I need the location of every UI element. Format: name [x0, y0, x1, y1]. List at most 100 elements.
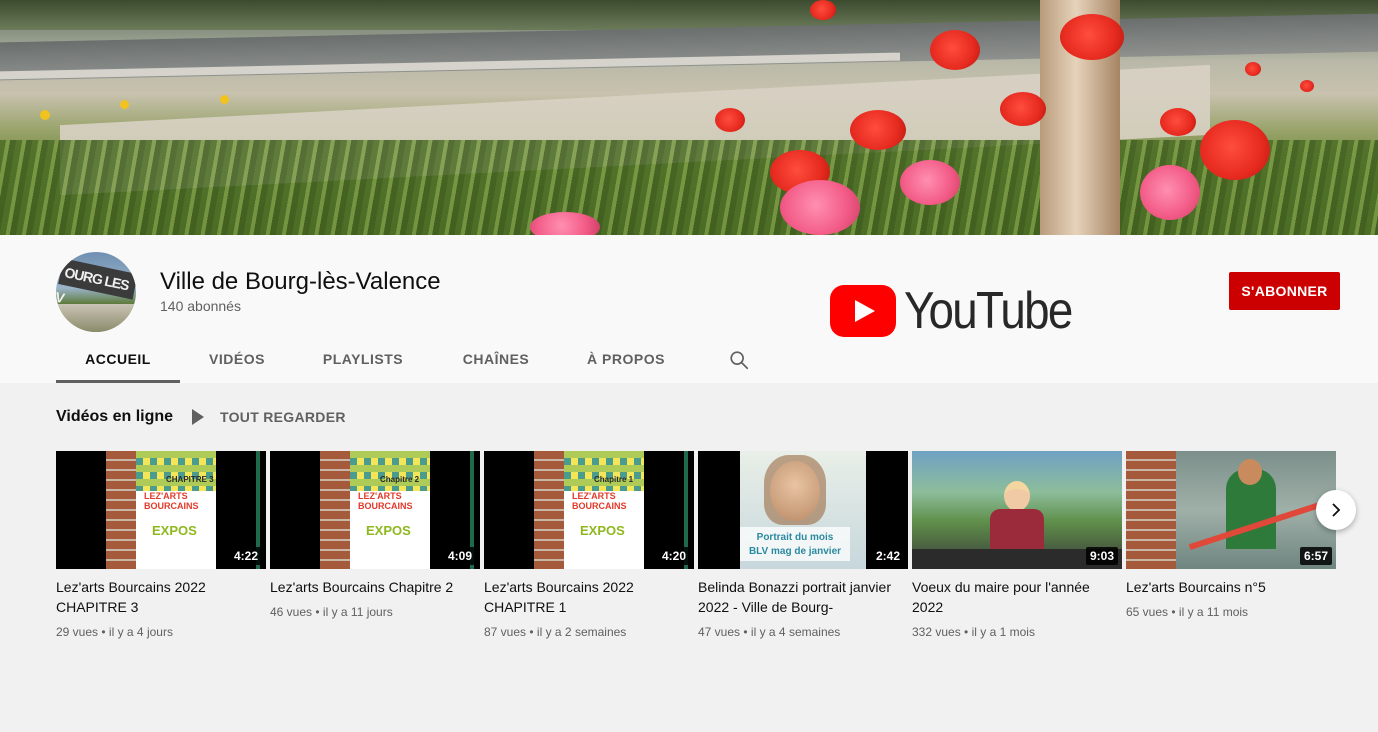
poster-heading: LEZ'ARTS BOURCAINS [358, 491, 413, 511]
next-arrow-button[interactable] [1316, 490, 1356, 530]
poster-heading: LEZ'ARTS BOURCAINS [144, 491, 199, 511]
video-title[interactable]: Lez'arts Bourcains Chapitre 2 [270, 577, 480, 597]
video-age: il y a 11 jours [322, 605, 393, 619]
banner-poppy [1200, 120, 1270, 180]
banner-poppy [780, 180, 860, 235]
play-icon [192, 409, 204, 425]
video-duration: 9:03 [1085, 547, 1118, 565]
video-title[interactable]: Lez'arts Bourcains 2022 CHAPITRE 1 [484, 577, 694, 617]
tab-a-propos[interactable]: À PROPOS [578, 335, 674, 383]
tab-playlists[interactable]: PLAYLISTS [314, 335, 412, 383]
video-duration: 2:42 [871, 547, 904, 565]
play-all-button[interactable]: TOUT REGARDER [192, 405, 346, 429]
banner-poppy [1060, 14, 1124, 60]
youtube-play-icon [830, 285, 896, 337]
play-all-label: TOUT REGARDER [220, 409, 346, 425]
meta-separator: • [743, 625, 748, 639]
tab-chaines[interactable]: CHAÎNES [452, 335, 540, 383]
poster-mosaic [136, 451, 216, 491]
channel-header: OURG LES V Ville de Bourg-lès-Valence 14… [0, 235, 1378, 383]
video-title[interactable]: Lez'arts Bourcains 2022 CHAPITRE 3 [56, 577, 266, 617]
video-meta: 332 vues • il y a 1 mois [912, 625, 1122, 639]
thumbnail-poster: LEZ'ARTS BOURCAINS Chapitre 2 EXPOS [320, 451, 474, 569]
video-thumbnail[interactable]: LEZ'ARTS BOURCAINS Chapitre 2 EXPOS 4:09 [270, 451, 480, 569]
video-views: 47 vues [698, 625, 741, 639]
video-thumbnail[interactable]: LEZ'ARTS BOURCAINS Chapitre 1 EXPOS 4:20 [484, 451, 694, 569]
video-age: il y a 1 mois [971, 625, 1035, 639]
video-age: il y a 11 mois [1178, 605, 1249, 619]
poster-chapter: Chapitre 2 [380, 475, 420, 484]
banner-flower [220, 95, 229, 104]
video-meta: 46 vues • il y a 11 jours [270, 605, 480, 619]
video-thumbnail[interactable]: 9:03 [912, 451, 1122, 569]
subscriber-count: 140 abonnés [160, 298, 241, 314]
banner-flower [120, 100, 129, 109]
video-card[interactable]: 6:57 Lez'arts Bourcains n°5 65 vues • il… [1126, 451, 1336, 619]
video-card[interactable]: LEZ'ARTS BOURCAINS Chapitre 2 EXPOS 4:09… [270, 451, 480, 619]
poster-brick [534, 451, 564, 569]
thumbnail-poster: LEZ'ARTS BOURCAINS CHAPITRE 3 EXPOS [106, 451, 260, 569]
poster-chapter: Chapitre 1 [594, 475, 634, 484]
poster-heading: LEZ'ARTS BOURCAINS [572, 491, 627, 511]
search-icon[interactable] [728, 349, 750, 371]
poster-brick [320, 451, 350, 569]
banner-poppy [850, 110, 906, 150]
banner-poppy [1160, 108, 1196, 136]
video-meta: 47 vues • il y a 4 semaines [698, 625, 908, 639]
video-thumbnail[interactable]: 6:57 [1126, 451, 1336, 569]
video-age: il y a 4 jours [108, 625, 173, 639]
video-card[interactable]: Portrait du mois BLV mag de janvier 2:42 … [698, 451, 908, 639]
channel-name: Ville de Bourg-lès-Valence [160, 268, 441, 295]
banner-poppy [1000, 92, 1046, 126]
tab-videos[interactable]: VIDÉOS [196, 335, 278, 383]
portrait-caption: Portrait du mois BLV mag de janvier [740, 527, 850, 561]
meta-separator: • [529, 625, 534, 639]
avatar-ground [56, 304, 136, 332]
poster-mosaic [564, 451, 644, 491]
video-thumbnail[interactable]: Portrait du mois BLV mag de janvier 2:42 [698, 451, 908, 569]
video-views: 46 vues [270, 605, 313, 619]
video-views: 332 vues [912, 625, 961, 639]
video-card[interactable]: LEZ'ARTS BOURCAINS CHAPITRE 3 EXPOS 4:22… [56, 451, 266, 639]
caption-line-1: Portrait du mois [756, 532, 834, 543]
video-title[interactable]: Lez'arts Bourcains n°5 [1126, 577, 1336, 597]
video-title[interactable]: Belinda Bonazzi portrait janvier 2022 - … [698, 577, 908, 617]
banner-poppy [930, 30, 980, 70]
meta-separator: • [315, 605, 320, 619]
video-duration: 6:57 [1299, 547, 1332, 565]
video-views: 87 vues [484, 625, 527, 639]
poster-expos: EXPOS [366, 523, 411, 538]
subscribe-button[interactable]: S'ABONNER [1229, 272, 1340, 310]
video-duration: 4:09 [443, 547, 476, 565]
poster-brick [106, 451, 136, 569]
chevron-right-icon [1332, 503, 1341, 517]
video-meta: 87 vues • il y a 2 semaines [484, 625, 694, 639]
thumbnail-poster: LEZ'ARTS BOURCAINS Chapitre 1 EXPOS [534, 451, 688, 569]
video-title[interactable]: Voeux du maire pour l'année 2022 [912, 577, 1122, 617]
video-age: il y a 2 semaines [536, 625, 627, 639]
youtube-wordmark: YouTube [904, 282, 1073, 340]
tab-accueil[interactable]: ACCUEIL [56, 335, 180, 383]
thumbnail-portrait: Portrait du mois BLV mag de janvier [740, 451, 866, 569]
meta-separator: • [101, 625, 106, 639]
banner-flower [40, 110, 50, 120]
video-thumbnail[interactable]: LEZ'ARTS BOURCAINS CHAPITRE 3 EXPOS 4:22 [56, 451, 266, 569]
channel-avatar[interactable]: OURG LES V [56, 252, 136, 332]
meta-separator: • [964, 625, 969, 639]
caption-line-2: BLV mag de janvier [748, 546, 842, 557]
video-meta: 65 vues • il y a 11 mois [1126, 605, 1336, 619]
shelf-title[interactable]: Vidéos en ligne [56, 408, 173, 426]
speaker-head [1004, 481, 1030, 511]
video-card[interactable]: 9:03 Voeux du maire pour l'année 2022 33… [912, 451, 1122, 639]
banner-poppy [1300, 80, 1314, 92]
video-card[interactable]: LEZ'ARTS BOURCAINS Chapitre 1 EXPOS 4:20… [484, 451, 694, 639]
poster-expos: EXPOS [580, 523, 625, 538]
youtube-logo[interactable]: YouTube [830, 282, 1073, 340]
poster-chapter: CHAPITRE 3 [166, 475, 214, 484]
avatar-sign-text: OURG LES V [56, 264, 131, 307]
kayak-brick [1126, 451, 1176, 569]
avatar-sign: OURG LES V [56, 258, 136, 306]
banner-poppy [1245, 62, 1261, 76]
video-meta: 29 vues • il y a 4 jours [56, 625, 266, 639]
banner-poppy [900, 160, 960, 205]
